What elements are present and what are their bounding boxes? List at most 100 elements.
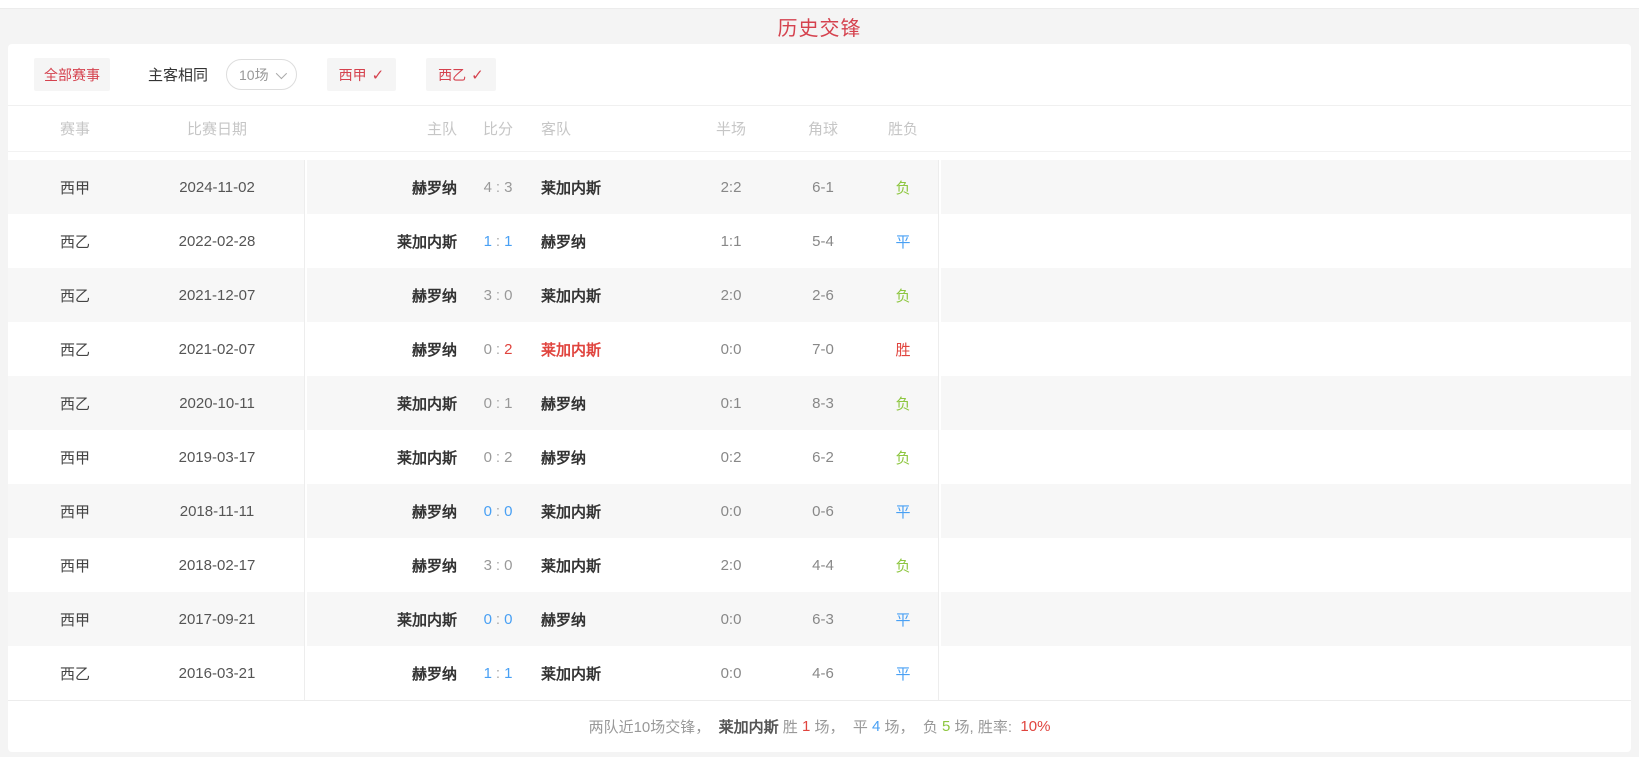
home-team: 莱加内斯 [307, 231, 457, 252]
home-team: 赫罗纳 [307, 339, 457, 360]
date-cell: 2020-10-11 [130, 395, 304, 412]
date-cell: 2018-11-11 [130, 503, 304, 520]
league-laliga-label: 西甲 [339, 65, 367, 85]
filter-league-laliga[interactable]: 西甲 ✓ [327, 58, 397, 91]
score-cell: 3:0 [457, 287, 539, 304]
league-laliga2-label: 西乙 [438, 65, 466, 85]
date-cell: 2017-09-21 [130, 611, 304, 628]
summary-win-rate: 10% [1020, 718, 1050, 735]
home-team: 莱加内斯 [307, 609, 457, 630]
score-cell: 0:2 [457, 341, 539, 358]
away-team: 莱加内斯 [539, 285, 699, 306]
result-badge: 负 [883, 393, 923, 414]
home-team: 莱加内斯 [307, 393, 457, 414]
summary-text: 场, [950, 716, 978, 737]
corner-cell: 0-6 [763, 503, 883, 520]
score-cell: 3:0 [457, 557, 539, 574]
home-away-same-label[interactable]: 主客相同 [148, 64, 208, 85]
score-cell: 0:2 [457, 449, 539, 466]
filter-league-laliga2[interactable]: 西乙 ✓ [426, 58, 496, 91]
header-home: 主队 [307, 118, 457, 139]
league-cell: 西乙 [60, 339, 130, 360]
corner-cell: 8-3 [763, 395, 883, 412]
date-cell: 2022-02-28 [130, 233, 304, 250]
filter-bar: 全部赛事 主客相同 10场 西甲 ✓ 西乙 ✓ [8, 44, 1631, 106]
date-cell: 2021-02-07 [130, 341, 304, 358]
score-cell: 0:0 [457, 503, 539, 520]
history-card: 全部赛事 主客相同 10场 西甲 ✓ 西乙 ✓ 赛事 比赛日期 主队 比分 客队… [8, 44, 1631, 752]
check-icon: ✓ [372, 66, 385, 84]
away-team: 赫罗纳 [539, 609, 699, 630]
header-score: 比分 [457, 118, 539, 139]
league-cell: 西甲 [60, 555, 130, 576]
league-cell: 西甲 [60, 177, 130, 198]
away-team: 莱加内斯 [539, 501, 699, 522]
table-row: 西甲 2018-11-11 赫罗纳 0:0 莱加内斯 0:0 0-6 平 [8, 484, 1631, 538]
table-row: 西甲 2019-03-17 莱加内斯 0:2 赫罗纳 0:2 6-2 负 [8, 430, 1631, 484]
corner-cell: 7-0 [763, 341, 883, 358]
all-matches-label: 全部赛事 [44, 65, 100, 85]
summary-team-name: 莱加内斯 [719, 716, 779, 737]
league-cell: 西甲 [60, 609, 130, 630]
home-team: 赫罗纳 [307, 177, 457, 198]
corner-cell: 6-3 [763, 611, 883, 628]
league-cell: 西甲 [60, 447, 130, 468]
title-band: 历史交锋 [0, 9, 1639, 44]
result-badge: 负 [883, 555, 923, 576]
all-matches-button[interactable]: 全部赛事 [34, 58, 110, 91]
home-team: 赫罗纳 [307, 555, 457, 576]
summary-draw-count: 4 [872, 718, 880, 735]
header-league: 赛事 [60, 118, 130, 139]
corner-cell: 4-4 [763, 557, 883, 574]
date-cell: 2018-02-17 [130, 557, 304, 574]
page-title: 历史交锋 [778, 12, 862, 41]
half-score-cell: 0:0 [699, 665, 763, 682]
half-score-cell: 0:2 [699, 449, 763, 466]
half-score-cell: 0:0 [699, 503, 763, 520]
chevron-down-icon [275, 67, 286, 78]
home-team: 赫罗纳 [307, 663, 457, 684]
date-cell: 2016-03-21 [130, 665, 304, 682]
league-cell: 西甲 [60, 501, 130, 522]
table-row: 西乙 2021-12-07 赫罗纳 3:0 莱加内斯 2:0 2-6 负 [8, 268, 1631, 322]
home-team: 莱加内斯 [307, 447, 457, 468]
summary-text: 场， [810, 716, 853, 737]
result-badge: 胜 [883, 339, 923, 360]
result-badge: 平 [883, 663, 923, 684]
away-team: 莱加内斯 [539, 177, 699, 198]
half-score-cell: 1:1 [699, 233, 763, 250]
summary-win-count: 1 [802, 718, 810, 735]
home-team: 赫罗纳 [307, 285, 457, 306]
header-result: 胜负 [883, 118, 923, 139]
home-team: 赫罗纳 [307, 501, 457, 522]
check-icon: ✓ [471, 66, 484, 84]
table-header: 赛事 比赛日期 主队 比分 客队 半场 角球 胜负 [8, 106, 1631, 152]
half-score-cell: 0:1 [699, 395, 763, 412]
summary-text: 负 [923, 716, 942, 737]
corner-cell: 5-4 [763, 233, 883, 250]
half-score-cell: 0:0 [699, 611, 763, 628]
corner-cell: 2-6 [763, 287, 883, 304]
table-body: 西甲 2024-11-02 赫罗纳 4:3 莱加内斯 2:2 6-1 负 西乙 … [8, 160, 1631, 700]
half-score-cell: 2:0 [699, 287, 763, 304]
table-row: 西乙 2020-10-11 莱加内斯 0:1 赫罗纳 0:1 8-3 负 [8, 376, 1631, 430]
result-badge: 负 [883, 285, 923, 306]
table-row: 西甲 2017-09-21 莱加内斯 0:0 赫罗纳 0:0 6-3 平 [8, 592, 1631, 646]
away-team: 莱加内斯 [539, 339, 699, 360]
match-count-dropdown[interactable]: 10场 [226, 59, 297, 90]
header-half: 半场 [699, 118, 763, 139]
result-badge: 平 [883, 501, 923, 522]
away-team: 莱加内斯 [539, 663, 699, 684]
table-row: 西乙 2022-02-28 莱加内斯 1:1 赫罗纳 1:1 5-4 平 [8, 214, 1631, 268]
score-cell: 1:1 [457, 665, 539, 682]
score-cell: 1:1 [457, 233, 539, 250]
league-cell: 西乙 [60, 393, 130, 414]
result-badge: 负 [883, 177, 923, 198]
match-count-value: 10场 [239, 65, 269, 85]
table-row: 西甲 2024-11-02 赫罗纳 4:3 莱加内斯 2:2 6-1 负 [8, 160, 1631, 214]
summary-loss-count: 5 [942, 718, 950, 735]
half-score-cell: 0:0 [699, 341, 763, 358]
summary-text: 两队近10场交锋， [589, 716, 719, 737]
header-date: 比赛日期 [130, 118, 304, 139]
date-cell: 2024-11-02 [130, 179, 304, 196]
